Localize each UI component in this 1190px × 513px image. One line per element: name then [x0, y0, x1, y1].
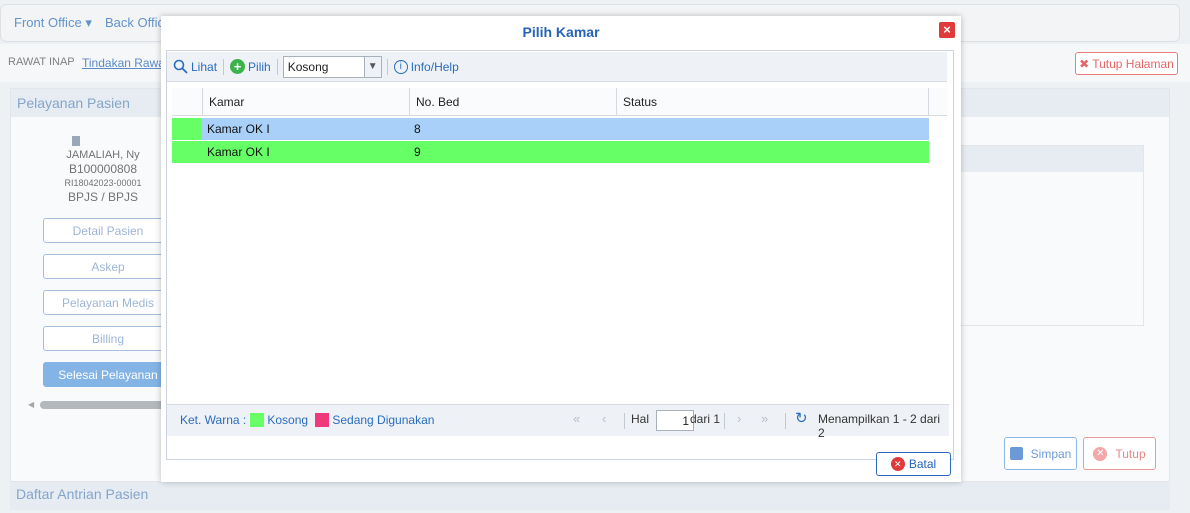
info-icon: i: [393, 59, 408, 74]
table-row[interactable]: Kamar OK I 9: [172, 141, 929, 163]
legend-empty: Kosong: [250, 413, 308, 427]
last-page-icon[interactable]: »: [761, 411, 768, 426]
view-label: Lihat: [191, 59, 218, 74]
row-bed: 8: [414, 122, 421, 136]
row-color-indicator: [172, 118, 202, 140]
page-count: dari 1: [690, 412, 721, 426]
refresh-icon[interactable]: ↻: [795, 409, 808, 427]
cancel-label: Batal: [908, 457, 937, 471]
row-bed: 9: [414, 145, 421, 159]
legend-used: Sedang Digunakan: [315, 413, 434, 427]
room-picker-dialog: Pilih Kamar × Lihat + Pilih Kosong ▼ i I…: [161, 16, 961, 482]
dialog-close-icon[interactable]: ×: [939, 22, 955, 38]
row-color-indicator: [172, 141, 202, 163]
first-page-icon[interactable]: «: [573, 411, 580, 426]
chevron-down-icon[interactable]: ▼: [363, 56, 381, 77]
next-page-icon[interactable]: ›: [737, 411, 741, 426]
view-button[interactable]: Lihat: [167, 59, 223, 74]
grid-toolbar: Lihat + Pilih Kosong ▼ i Info/Help: [167, 52, 947, 82]
legend-empty-swatch: [250, 413, 264, 427]
column-header-status[interactable]: Status: [616, 88, 928, 116]
legend-used-label: Sedang Digunakan: [332, 413, 435, 427]
row-kamar: Kamar OK I: [207, 122, 270, 136]
pick-button[interactable]: + Pilih: [224, 59, 277, 74]
column-header-kamar[interactable]: Kamar: [202, 88, 409, 116]
status-filter-value: Kosong: [287, 59, 329, 74]
cancel-button[interactable]: ✕ Batal: [876, 452, 951, 476]
paging-summary: Menampilkan 1 - 2 dari 2: [818, 412, 941, 440]
page-number-input[interactable]: 1: [656, 410, 694, 431]
pick-label: Pilih: [248, 59, 271, 74]
legend-empty-label: Kosong: [267, 413, 309, 427]
search-icon: [173, 59, 188, 74]
help-label: Info/Help: [410, 59, 459, 74]
cancel-circle-icon: ✕: [890, 457, 905, 471]
status-filter-select[interactable]: Kosong ▼: [282, 55, 382, 78]
legend-label: Ket. Warna :: [180, 413, 247, 427]
column-header-bed[interactable]: No. Bed: [409, 88, 616, 116]
table-row[interactable]: Kamar OK I 8: [172, 118, 929, 140]
prev-page-icon[interactable]: ‹: [602, 411, 606, 426]
row-kamar: Kamar OK I: [207, 145, 270, 159]
page-label: Hal: [631, 412, 650, 426]
plus-circle-icon: +: [230, 59, 246, 74]
table-header: Kamar No. Bed Status: [172, 88, 947, 116]
help-button[interactable]: i Info/Help: [388, 59, 465, 74]
grid-footer: Ket. Warna : Kosong Sedang Digunakan « ‹…: [167, 404, 949, 440]
dialog-title: Pilih Kamar: [522, 24, 600, 40]
legend-used-swatch: [315, 413, 329, 427]
